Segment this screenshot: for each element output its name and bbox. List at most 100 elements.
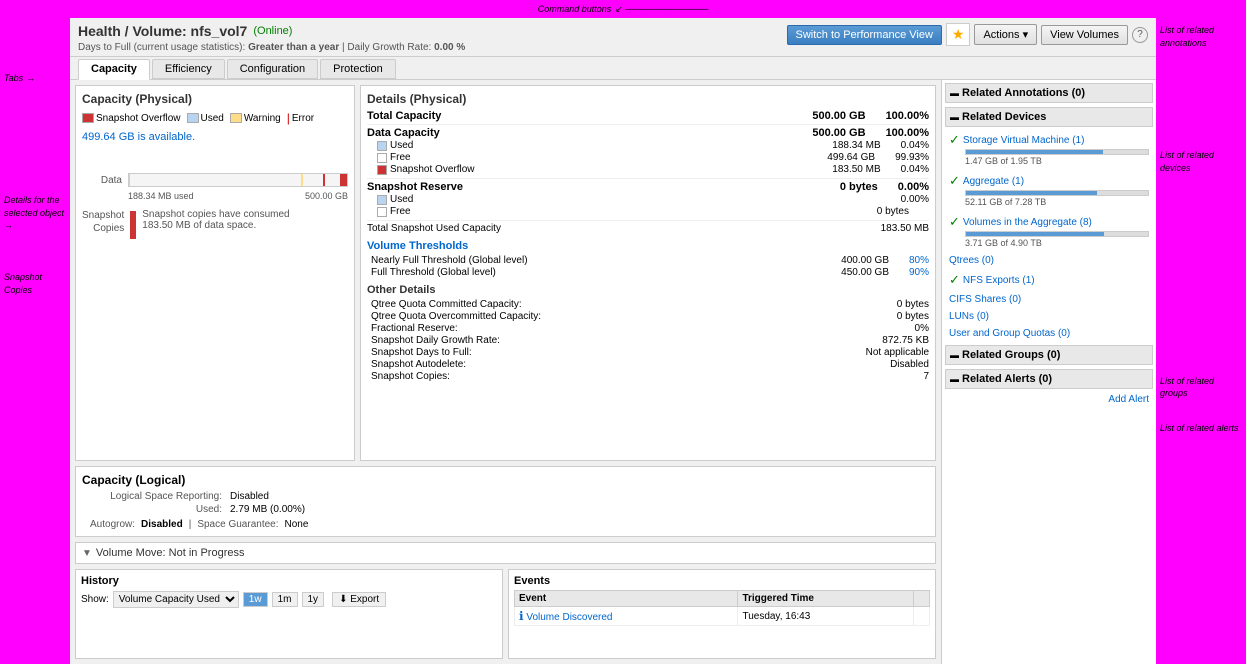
related-device-luns: LUNs (0)	[945, 309, 1153, 324]
alerts-collapse-icon[interactable]: ▬	[950, 374, 959, 384]
snapshot-copies-label: Snapshot Copies:	[371, 371, 450, 382]
snapshot-days-value: Not applicable	[866, 347, 929, 358]
logical-used-value: 2.79 MB (0.00%)	[230, 504, 305, 515]
time-1y-button[interactable]: 1y	[302, 592, 325, 607]
full-label: Full Threshold (Global level)	[371, 267, 496, 278]
volumes-aggregate-detail: 3.71 GB of 4.90 TB	[949, 238, 1149, 248]
volumes-aggregate-link[interactable]: Volumes in the Aggregate (8)	[963, 217, 1092, 228]
history-title: History	[81, 575, 497, 587]
snapshot-label: SnapshotCopies	[82, 209, 124, 235]
total-capacity-label: Total Capacity	[367, 110, 441, 122]
related-device-quotas: User and Group Quotas (0)	[945, 326, 1153, 341]
time-1m-button[interactable]: 1m	[272, 592, 298, 607]
aggregate-link[interactable]: Aggregate (1)	[963, 176, 1024, 187]
total-snapshot-value: 183.50 MB	[881, 223, 929, 234]
related-device-svm: ✓ Storage Virtual Machine (1) 1.47 GB of…	[945, 130, 1153, 168]
nearly-full-value: 400.00 GB	[841, 255, 889, 266]
status-badge: (Online)	[253, 25, 292, 37]
tab-capacity[interactable]: Capacity	[78, 59, 150, 80]
quotas-link[interactable]: User and Group Quotas (0)	[949, 328, 1070, 339]
qtree-quota-overcommitted-label: Qtree Quota Overcommitted Capacity:	[371, 311, 541, 322]
annotation-related-alerts: List of related alerts	[1160, 423, 1239, 433]
cifs-link[interactable]: CIFS Shares (0)	[949, 294, 1021, 305]
snapshot-overflow-label: Snapshot Overflow	[390, 164, 475, 175]
view-volumes-button[interactable]: View Volumes	[1041, 25, 1128, 45]
nearly-full-pct: 80%	[909, 255, 929, 266]
free-value: 499.64 GB	[827, 152, 875, 163]
snapshot-overflow-value: 183.50 MB	[832, 164, 880, 175]
related-device-nfs: ✓ NFS Exports (1)	[945, 270, 1153, 290]
volume-move-label: Volume Move: Not in Progress	[96, 547, 245, 559]
annotation-snapshot: Snapshot Copies	[4, 272, 42, 295]
available-text: 499.64 GB is available.	[82, 131, 348, 143]
related-alerts-title: Related Alerts (0)	[962, 373, 1052, 385]
full-value: 450.00 GB	[841, 267, 889, 278]
volume-move-collapse-icon[interactable]: ▼	[82, 548, 92, 559]
devices-collapse-icon[interactable]: ▬	[950, 112, 959, 122]
annotations-collapse-icon[interactable]: ▬	[950, 88, 959, 98]
total-snapshot-label: Total Snapshot Used Capacity	[367, 223, 501, 234]
tab-protection[interactable]: Protection	[320, 59, 396, 79]
logical-reporting-label: Logical Space Reporting:	[82, 491, 222, 502]
bar-used-label: 188.34 MB used	[128, 191, 194, 201]
full-pct: 90%	[909, 267, 929, 278]
show-label: Show:	[81, 594, 109, 605]
history-dropdown[interactable]: Volume Capacity Used	[113, 591, 239, 608]
qtree-quota-committed-value: 0 bytes	[897, 299, 929, 310]
related-devices-section: ▬ Related Devices ✓ Storage Virtual Mach…	[945, 107, 1153, 341]
annotation-related-devices: List of related devices	[1160, 150, 1214, 173]
event-link[interactable]: Volume Discovered	[526, 612, 612, 623]
events-title: Events	[514, 575, 930, 587]
logical-used-label: Used:	[82, 504, 222, 515]
used-pct: 0.04%	[901, 140, 929, 151]
volume-move-section: ▼ Volume Move: Not in Progress	[75, 542, 936, 564]
help-icon[interactable]: ?	[1132, 27, 1148, 43]
autogrow-value: Disabled	[141, 519, 183, 530]
data-label: Data	[82, 175, 122, 186]
related-device-volumes: ✓ Volumes in the Aggregate (8) 3.71 GB o…	[945, 212, 1153, 250]
related-alerts-section: ▬ Related Alerts (0) Add Alert	[945, 369, 1153, 407]
fractional-reserve-value: 0%	[915, 323, 929, 334]
snapshot-daily-value: 872.75 KB	[882, 335, 929, 346]
used-label: Used	[390, 140, 413, 151]
snapshot-days-label: Snapshot Days to Full:	[371, 347, 472, 358]
capacity-logical-title: Capacity (Logical)	[82, 473, 929, 487]
main-body: Capacity (Physical) Snapshot Overflow Us…	[70, 80, 1156, 664]
legend-error: Error	[292, 113, 314, 124]
tab-configuration[interactable]: Configuration	[227, 59, 318, 79]
nfs-link[interactable]: NFS Exports (1)	[963, 275, 1035, 286]
annotation-related-annotations: List of related annotations	[1160, 25, 1214, 48]
add-alert-link[interactable]: Add Alert	[1108, 394, 1149, 405]
space-guarantee-value: None	[285, 519, 309, 530]
capacity-physical-section: Capacity (Physical) Snapshot Overflow Us…	[75, 85, 355, 461]
used-value: 188.34 MB	[832, 140, 880, 151]
svm-link[interactable]: Storage Virtual Machine (1)	[963, 135, 1085, 146]
legend-used: Used	[201, 113, 224, 124]
tabs-container: Capacity Efficiency Configuration Protec…	[70, 57, 1156, 80]
tab-efficiency[interactable]: Efficiency	[152, 59, 225, 79]
actions-button[interactable]: Actions ▾	[974, 24, 1037, 45]
snapshot-overflow-pct: 0.04%	[901, 164, 929, 175]
related-annotations-title: Related Annotations (0)	[962, 87, 1085, 99]
annotation-arrow: ↙ ─────────────	[615, 4, 708, 15]
related-groups-section: ▬ Related Groups (0)	[945, 345, 1153, 365]
qtrees-link[interactable]: Qtrees (0)	[949, 255, 994, 266]
data-bar-row: Data	[82, 173, 348, 187]
export-button[interactable]: ⬇ Export	[332, 592, 386, 607]
luns-link[interactable]: LUNs (0)	[949, 311, 989, 322]
details-title: Details (Physical)	[367, 92, 929, 106]
time-1w-button[interactable]: 1w	[243, 592, 268, 607]
groups-collapse-icon[interactable]: ▬	[950, 350, 959, 360]
star-button[interactable]: ★	[946, 23, 971, 46]
data-capacity-label: Data Capacity	[367, 127, 440, 139]
switch-performance-button[interactable]: Switch to Performance View	[787, 25, 942, 45]
right-sidebar: ▬ Related Annotations (0) ▬ Related Devi…	[941, 80, 1156, 664]
event-info-icon: ℹ	[519, 609, 524, 623]
details-physical-section: Details (Physical) Total Capacity 500.00…	[360, 85, 936, 461]
snapshot-copies-row: SnapshotCopies Snapshot copies have cons…	[82, 209, 348, 239]
related-groups-title: Related Groups (0)	[962, 349, 1060, 361]
related-device-cifs: CIFS Shares (0)	[945, 292, 1153, 307]
nearly-full-label: Nearly Full Threshold (Global level)	[371, 255, 528, 266]
logical-reporting-value: Disabled	[230, 491, 269, 502]
annotation-related-groups: List of related groups	[1160, 376, 1214, 399]
